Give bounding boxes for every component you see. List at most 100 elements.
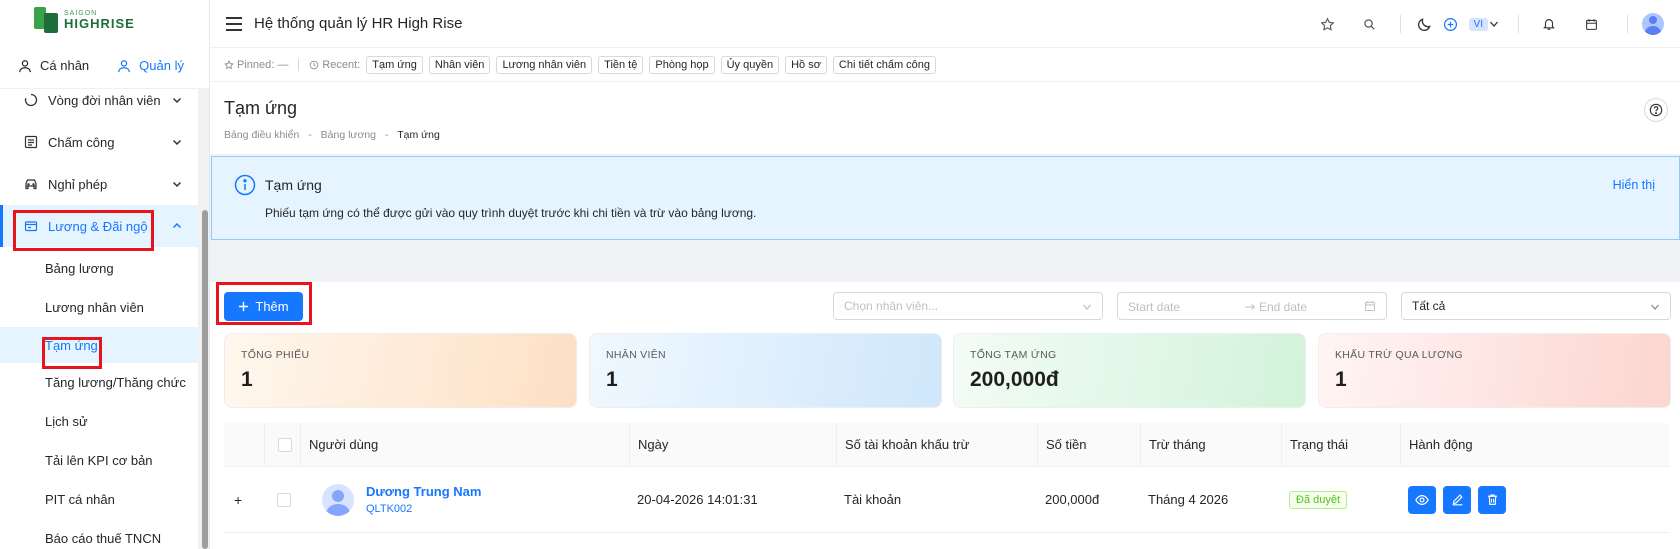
header-actions: Hành động [1400, 423, 1669, 466]
breadcrumb-item[interactable]: Bảng điều khiển [224, 129, 299, 141]
submenu-history[interactable]: Lịch sử [0, 402, 198, 441]
loading-circle-icon [24, 93, 38, 107]
submenu-payroll[interactable]: Bảng lương [0, 249, 198, 288]
user-name-link[interactable]: Dương Trung Nam [366, 484, 481, 499]
row-checkbox-cell [277, 467, 291, 532]
stat-label: TỔNG PHIẾU [241, 349, 310, 361]
header-amount[interactable]: Số tiền [1037, 423, 1140, 466]
avatar [322, 483, 354, 516]
header-deduction-account[interactable]: Số tài khoản khấu trừ [836, 423, 1037, 466]
recent-chip-profile[interactable]: Hồ sơ [785, 55, 827, 74]
eye-icon [1415, 494, 1429, 505]
recent-chip-meeting-room[interactable]: Phòng họp [649, 55, 715, 74]
recent-chip-delegation[interactable]: Ủy quyền [720, 55, 780, 74]
main-content: Thêm Chọn nhân viên... Start date End da… [210, 282, 1680, 549]
submenu-kpi-upload[interactable]: Tải lên KPI cơ bản [0, 441, 198, 480]
employee-select[interactable]: Chọn nhân viên... [833, 292, 1103, 320]
calendar-icon[interactable] [1583, 16, 1599, 32]
row-checkbox[interactable] [277, 492, 291, 507]
recent-separator [298, 58, 300, 71]
stat-value: 1 [606, 368, 618, 391]
pinned-group: Pinned: — [224, 59, 288, 71]
status-select[interactable]: Tất cả [1401, 292, 1671, 320]
star-icon[interactable] [1320, 16, 1336, 32]
stat-value: 200,000đ [970, 368, 1059, 391]
edit-button[interactable] [1443, 485, 1471, 514]
user-icon [118, 59, 131, 72]
sidebar-menu: Vòng đời nhân viên Chấm công Nghỉ phép L… [0, 85, 198, 549]
recent-chip-employee[interactable]: Nhân viên [428, 55, 491, 74]
submenu-advance[interactable]: Tạm ứng [0, 327, 198, 363]
add-circle-icon[interactable] [1443, 16, 1459, 32]
mode-personal[interactable]: Cá nhân [18, 58, 89, 73]
end-date-input[interactable]: End date [1259, 300, 1307, 314]
employee-select-placeholder: Chọn nhân viên... [844, 299, 939, 313]
user-code: QLTK002 [366, 503, 413, 515]
month-cell: Tháng 4 2026 [1148, 492, 1229, 507]
user-cell: Dương Trung Nam QLTK002 [322, 467, 481, 532]
delete-button[interactable] [1478, 485, 1506, 514]
alert-title: Tạm ứng [265, 177, 322, 193]
start-date-input[interactable]: Start date [1128, 300, 1180, 314]
help-icon[interactable] [1644, 98, 1668, 122]
stat-label: TỔNG TẠM ỨNG [970, 349, 1057, 361]
dark-mode-moon-icon[interactable] [1417, 16, 1433, 32]
star-icon [224, 59, 234, 69]
submenu-label: Lịch sử [45, 414, 88, 429]
menu-item-attendance[interactable]: Chấm công [0, 121, 198, 163]
user-avatar[interactable] [1642, 13, 1664, 35]
menu-item-employee-lifecycle[interactable]: Vòng đời nhân viên [0, 79, 198, 121]
recent-chip-attendance-detail[interactable]: Chi tiết chấm công [832, 55, 937, 74]
submenu-employee-salary[interactable]: Lương nhân viên [0, 288, 198, 327]
add-button[interactable]: Thêm [224, 292, 303, 321]
topbar-separator [1518, 15, 1519, 33]
stat-value: 1 [1335, 368, 1347, 391]
arrow-right-icon [1244, 304, 1256, 310]
sidebar: SAIGON HIGHRISE Cá nhân Quản lý Vòng đời… [0, 0, 210, 549]
chevron-down-icon [172, 139, 182, 146]
alert-show-link[interactable]: Hiển thị [1613, 178, 1655, 192]
header-user[interactable]: Người dùng [300, 423, 629, 466]
recent-group: Recent: [309, 59, 360, 71]
search-icon[interactable] [1362, 16, 1378, 32]
mode-manage[interactable]: Quản lý [117, 58, 184, 73]
plus-icon [239, 301, 249, 312]
topbar-separator [1399, 15, 1401, 33]
language-selector[interactable]: VI [1468, 17, 1488, 31]
menu-item-payroll-benefits[interactable]: Lương & Đãi ngộ [0, 205, 198, 247]
menu-item-leave[interactable]: Nghỉ phép [0, 163, 198, 205]
chevron-down-icon [172, 181, 182, 188]
recent-chip-advance[interactable]: Tạm ứng [366, 55, 423, 74]
info-alert: Tạm ứng Phiếu tạm ứng có thể được gửi và… [211, 156, 1680, 240]
recent-chip-employee-salary[interactable]: Lương nhân viên [496, 55, 593, 74]
header-status[interactable]: Trạng thái [1281, 423, 1400, 466]
alert-description: Phiếu tạm ứng có thể được gửi vào quy tr… [265, 206, 757, 220]
date-range-picker[interactable]: Start date End date [1117, 292, 1387, 320]
stat-card-employees: NHÂN VIÊN 1 [589, 333, 942, 408]
header-deduct-month[interactable]: Trừ tháng [1140, 423, 1281, 466]
chevron-down-icon[interactable] [1488, 16, 1500, 32]
header-date[interactable]: Ngày [629, 423, 836, 466]
sidebar-scrollbar[interactable] [202, 210, 208, 549]
submenu-label: PIT cá nhân [45, 492, 115, 507]
view-button[interactable] [1408, 485, 1436, 514]
bell-icon[interactable] [1541, 16, 1557, 32]
actions-cell [1408, 467, 1513, 532]
select-all-checkbox[interactable] [278, 437, 292, 452]
topbar-separator [1627, 15, 1628, 33]
expand-row-button[interactable]: + [234, 467, 264, 532]
advance-table: Người dùng Ngày Số tài khoản khấu trừ Số… [224, 423, 1669, 533]
submenu-raise-promotion[interactable]: Tăng lương/Thăng chức [0, 363, 198, 402]
chevron-down-icon [1083, 304, 1091, 310]
brand-big-text: HIGHRISE [64, 16, 135, 31]
table-row: + Dương Trung Nam QLTK002 20-04-2026 14:… [224, 467, 1669, 533]
submenu-label: Tạm ứng [45, 337, 98, 353]
pencil-icon [1452, 494, 1463, 506]
brand-logo[interactable]: SAIGON HIGHRISE [34, 7, 135, 33]
submenu-pit-report[interactable]: Báo cáo thuế TNCN [0, 519, 198, 549]
hamburger-menu-icon[interactable] [226, 17, 242, 31]
submenu-personal-pit[interactable]: PIT cá nhân [0, 480, 198, 519]
stat-card-payroll-deduction: KHẤU TRỪ QUA LƯƠNG 1 [1318, 333, 1671, 408]
breadcrumb-item[interactable]: Bảng lương [321, 129, 376, 141]
recent-chip-currency[interactable]: Tiền tệ [598, 55, 644, 74]
